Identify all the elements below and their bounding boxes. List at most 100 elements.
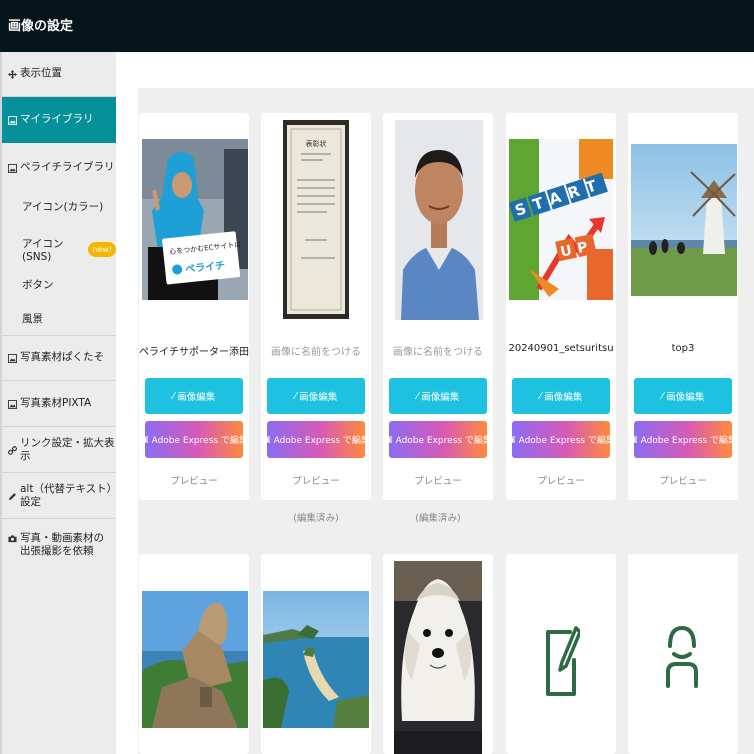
button-label: 画像編集 <box>544 392 583 403</box>
image-gallery: 心をつかむECサイトは ペライチ ペライチサポーター添田 ⁄ 画像編集 ▣ Adob… <box>138 88 754 754</box>
adobe-express-button[interactable]: ▣ Adobe Express で編集 <box>384 421 492 458</box>
image-caption: 画像に名前をつける <box>393 347 483 358</box>
sidebar: 表示位置 マイライブラリ ペライチライブラリ アイコン(カラー) アイコン(SN… <box>0 52 116 754</box>
image-thumbnail[interactable]: START UP <box>509 139 613 300</box>
magic-wand-icon: ⁄ <box>539 390 542 402</box>
image-caption: top3 <box>671 343 695 354</box>
adobe-express-button[interactable]: ▣ Adobe Express で編集 <box>507 421 615 458</box>
sidebar-subitem-landscape[interactable]: 風景 <box>22 311 43 326</box>
image-card: START UP 20240901_setsuritsu ⁄ 画像編集 ▣ Adob… <box>506 113 616 500</box>
sidebar-item-my-library[interactable]: マイライブラリ <box>2 97 116 143</box>
edit-image-button[interactable]: ⁄ 画像編集 <box>512 378 610 414</box>
adobe-express-button[interactable]: ▣ Adobe Express で編集 <box>140 421 248 458</box>
sidebar-item-label: alt（代替テキスト）設定 <box>20 482 112 508</box>
sidebar-item-link-settings[interactable]: リンク設定・拡大表示 <box>2 436 116 462</box>
adobe-express-button[interactable]: ▣ Adobe Express で編集 <box>629 421 737 458</box>
edit-image-button[interactable]: ⁄ 画像編集 <box>634 378 732 414</box>
edit-image-button[interactable]: ⁄ 画像編集 <box>389 378 487 414</box>
sidebar-item-label: アイコン(SNS) <box>22 238 64 263</box>
image-caption: ペライチサポーター添田 <box>139 347 249 358</box>
sidebar-item-label: 写真素材ぱくたそ <box>20 351 104 364</box>
magic-wand-icon: ⁄ <box>416 390 419 402</box>
sidebar-item-peraichi-library[interactable]: ペライチライブラリ <box>2 158 116 178</box>
button-label: Adobe Express で編集 <box>640 436 737 446</box>
sidebar-item-label: ペライチライブラリ <box>20 161 115 174</box>
adobe-express-icon: ▣ <box>140 434 149 445</box>
dialog-header: 画像の設定 <box>0 0 754 52</box>
sidebar-item-position[interactable]: 表示位置 <box>2 64 116 84</box>
image-icon <box>8 115 17 125</box>
image-thumbnail[interactable] <box>142 591 248 728</box>
image-icon <box>8 163 17 173</box>
preview-link[interactable]: プレビュー <box>383 473 493 487</box>
user-icon[interactable] <box>664 624 700 690</box>
sidebar-item-label: 写真素材PIXTA <box>20 397 92 410</box>
divider <box>2 472 116 473</box>
image-card <box>628 554 738 754</box>
image-card: top3 ⁄ 画像編集 ▣ Adobe Express で編集 プレビュー <box>628 113 738 500</box>
button-label: 画像編集 <box>421 392 460 403</box>
sidebar-item-label: リンク設定・拡大表示 <box>20 436 115 462</box>
dialog-title: 画像の設定 <box>8 19 74 34</box>
sidebar-item-pixta[interactable]: 写真素材PIXTA <box>2 394 116 414</box>
image-card <box>383 554 493 754</box>
image-thumbnail[interactable] <box>395 120 483 320</box>
image-thumbnail[interactable] <box>394 561 482 754</box>
magic-wand-icon: ⁄ <box>172 390 175 402</box>
adobe-express-icon: ▣ <box>629 434 638 445</box>
edited-label: (編集済み) <box>415 513 461 524</box>
preview-link[interactable]: プレビュー <box>506 473 616 487</box>
image-caption: 20240901_setsuritsu <box>508 343 614 354</box>
edit-image-button[interactable]: ⁄ 画像編集 <box>267 378 365 414</box>
divider <box>2 518 116 519</box>
label-line: 出張撮影を依頼 <box>20 545 94 558</box>
magic-wand-icon: ⁄ <box>661 390 664 402</box>
sidebar-item-photo-request[interactable]: 写真・動画素材の 出張撮影を依頼 <box>2 532 116 566</box>
preview-link[interactable]: プレビュー <box>261 473 371 487</box>
magic-wand-icon: ⁄ <box>294 390 297 402</box>
image-icon <box>8 353 17 363</box>
adobe-express-button[interactable]: ▣ Adobe Express で編集 <box>262 421 370 458</box>
image-card: 画像に名前をつける ⁄ 画像編集 ▣ Adobe Express で編集 プレビュー <box>383 113 493 500</box>
sidebar-item-label: 表示位置 <box>20 67 62 80</box>
image-card <box>261 554 371 754</box>
image-caption: 画像に名前をつける <box>271 347 361 358</box>
sidebar-subitem-icon-color[interactable]: アイコン(カラー) <box>22 199 103 214</box>
sidebar-item-alt-text[interactable]: alt（代替テキスト）設定 <box>2 482 116 508</box>
button-label: 画像編集 <box>177 392 216 403</box>
pen-icon <box>8 492 17 501</box>
button-label: 画像編集 <box>666 392 705 403</box>
image-card <box>139 554 249 754</box>
button-label: 画像編集 <box>299 392 338 403</box>
image-icon <box>8 399 17 409</box>
preview-link[interactable]: プレビュー <box>139 473 249 487</box>
sidebar-item-label: マイライブラリ <box>20 113 94 126</box>
edit-icon[interactable] <box>544 624 580 698</box>
sidebar-subitem-icon-sns[interactable]: アイコン(SNS) new! <box>22 236 116 263</box>
button-label: Adobe Express で編集 <box>395 436 492 446</box>
new-badge: new! <box>88 242 116 257</box>
move-icon <box>8 69 17 79</box>
image-thumbnail[interactable] <box>631 144 737 296</box>
adobe-express-icon: ▣ <box>384 434 393 445</box>
sidebar-subitem-button[interactable]: ボタン <box>22 277 54 292</box>
button-label: Adobe Express で編集 <box>151 436 248 446</box>
image-thumbnail[interactable] <box>263 591 369 728</box>
button-label: Adobe Express で編集 <box>518 436 615 446</box>
divider <box>2 426 116 427</box>
divider <box>2 380 116 381</box>
adobe-express-icon: ▣ <box>507 434 516 445</box>
image-thumbnail[interactable]: 表彰状 <box>283 120 349 319</box>
link-icon <box>8 445 17 455</box>
camera-icon <box>8 534 17 543</box>
image-thumbnail[interactable]: 心をつかむECサイトは ペライチ <box>142 139 248 300</box>
preview-link[interactable]: プレビュー <box>628 473 738 487</box>
sidebar-item-pakutaso[interactable]: 写真素材ぱくたそ <box>2 348 116 368</box>
adobe-express-icon: ▣ <box>262 434 271 445</box>
label-line: 写真・動画素材の <box>20 532 104 544</box>
certificate-title: 表彰状 <box>306 139 327 148</box>
image-card: 表彰状 画像に名前をつける ⁄ 画像編集 ▣ Adobe Express で編集 プ… <box>261 113 371 500</box>
image-card: 心をつかむECサイトは ペライチ ペライチサポーター添田 ⁄ 画像編集 ▣ Adob… <box>139 113 249 500</box>
image-card <box>506 554 616 754</box>
edit-image-button[interactable]: ⁄ 画像編集 <box>145 378 243 414</box>
